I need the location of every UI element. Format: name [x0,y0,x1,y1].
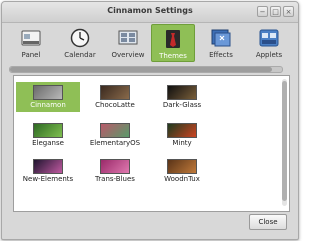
panel-icon [21,30,41,46]
theme-thumbnail [100,159,130,174]
tool-panel[interactable]: Panel [9,24,53,62]
theme-woodntux[interactable]: WoodnTux [150,156,214,186]
theme-label: ChocoLatte [95,101,135,109]
theme-list: Cinnamon ChocoLatte Dark-Glass Eleganse … [13,75,290,212]
tool-applets[interactable]: Applets [247,24,291,62]
cinnamon-settings-window: Cinnamon Settings − □ × Panel Calendar O… [1,1,299,240]
theme-thumbnail [167,85,197,100]
tool-effects[interactable]: Effects [201,24,241,62]
theme-new-elements[interactable]: New-Elements [16,156,80,186]
theme-chocolatte[interactable]: ChocoLatte [83,82,147,112]
clock-icon [70,28,90,48]
theme-thumbnail [33,159,63,174]
close-window-button[interactable]: × [283,6,294,17]
theme-thumbnail [100,85,130,100]
tool-calendar[interactable]: Calendar [57,24,103,62]
tool-label: Applets [255,51,283,59]
theme-thumbnail [100,123,130,138]
theme-thumbnail [33,123,63,138]
maximize-button[interactable]: □ [270,6,281,17]
window-title: Cinnamon Settings [107,6,193,15]
theme-trans-blues[interactable]: Trans-Blues [83,156,147,186]
theme-dark-glass[interactable]: Dark-Glass [150,82,214,112]
tool-label: Calendar [64,51,96,59]
effects-icon [211,29,231,47]
theme-label: Dark-Glass [162,101,202,109]
tool-label: Overview [111,51,145,59]
theme-eleganse[interactable]: Eleganse [16,120,80,150]
category-toolbar: Panel Calendar Overview Themes Effects A… [9,24,291,64]
theme-label: WoodnTux [164,175,200,183]
theme-thumbnail [167,159,197,174]
scrollbar-thumb[interactable] [10,67,272,72]
theme-list-scrollbar[interactable] [282,79,287,206]
theme-thumbnail [33,85,63,100]
tool-label: Panel [21,51,41,59]
scrollbar-thumb[interactable] [282,81,287,201]
theme-cinnamon[interactable]: Cinnamon [16,82,80,112]
title-bar[interactable]: Cinnamon Settings − □ × [2,2,298,23]
applets-icon [259,29,279,47]
theme-label: New-Elements [22,175,74,183]
theme-thumbnail [167,123,197,138]
themes-icon [166,30,180,48]
theme-label: Cinnamon [30,101,66,109]
theme-label: Trans-Blues [95,175,135,183]
tool-label: Effects [209,51,233,59]
theme-minty[interactable]: Minty [150,120,214,150]
theme-label: Eleganse [32,139,64,147]
minimize-button[interactable]: − [257,6,268,17]
toolbar-scrollbar[interactable] [9,66,283,73]
theme-elementaryos[interactable]: ElementaryOS [83,120,147,150]
theme-label: ElementaryOS [89,139,141,147]
theme-label: Minty [172,139,192,147]
overview-icon [118,30,138,45]
close-button[interactable]: Close [249,214,287,230]
tool-label: Themes [159,52,187,60]
tool-overview[interactable]: Overview [106,24,150,62]
tool-themes[interactable]: Themes [151,24,195,62]
